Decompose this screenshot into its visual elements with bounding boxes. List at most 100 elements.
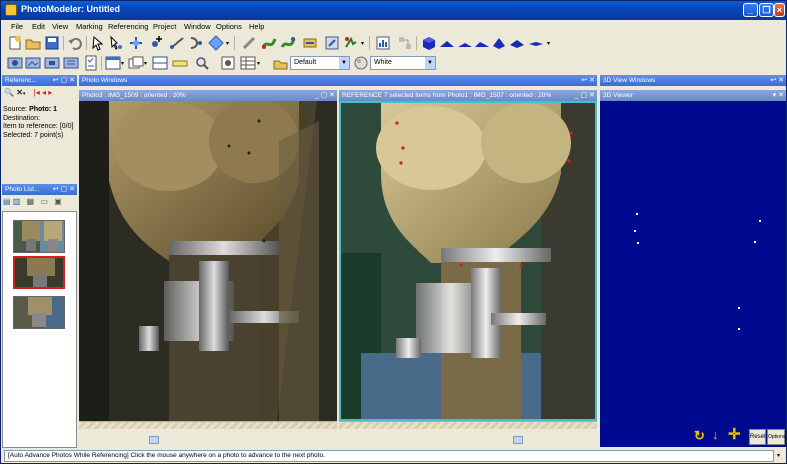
add-point-icon[interactable]	[148, 35, 164, 51]
save-project-icon[interactable]	[44, 35, 60, 51]
menu-help[interactable]: Help	[249, 22, 264, 31]
marking-mode-icon[interactable]	[108, 35, 124, 51]
pan-vertical-icon[interactable]: ↓	[712, 427, 719, 442]
detail-view-icon[interactable]: ▥	[13, 197, 21, 206]
color-wheel-icon[interactable]	[353, 55, 369, 71]
prism-icon[interactable]	[474, 35, 490, 51]
measure-icon[interactable]	[241, 35, 257, 51]
list-view-icon[interactable]: ▤	[3, 197, 11, 206]
next-item-icon[interactable]: ▸	[48, 88, 52, 97]
menu-file[interactable]: File	[11, 22, 23, 31]
reference-mode-icon[interactable]	[261, 35, 277, 51]
delete-reference-icon[interactable]: ✕	[16, 88, 23, 97]
3d-windows-buttons-icon[interactable]: ↩ ✕	[770, 75, 784, 86]
menu-marking[interactable]: Marking	[76, 22, 103, 31]
photo-view-4-icon[interactable]	[63, 55, 79, 71]
table-view-icon[interactable]	[397, 35, 413, 51]
window-layout-icon[interactable]	[105, 55, 121, 71]
prev-item-icon[interactable]: ◂	[42, 88, 46, 97]
shapes-dropdown-icon[interactable]: ▾	[547, 40, 550, 47]
pan-icon[interactable]: ✛	[728, 425, 741, 443]
new-project-icon[interactable]	[7, 35, 23, 51]
cascade-dropdown-icon[interactable]: ▾	[144, 60, 147, 67]
status-dropdown-icon[interactable]: ▾	[777, 452, 780, 459]
photo-thumbnail-1[interactable]	[13, 220, 65, 253]
quality-report-icon[interactable]	[375, 35, 391, 51]
plane-icon[interactable]	[528, 35, 544, 51]
table-dropdown-icon[interactable]: ▾	[257, 60, 260, 67]
left-scroll-thumb[interactable]	[149, 436, 159, 444]
style-select-dropdown-icon[interactable]: ▼	[339, 57, 349, 69]
line-mode-icon[interactable]	[169, 35, 185, 51]
cascade-windows-icon[interactable]	[128, 55, 144, 71]
photo-view-2-icon[interactable]	[25, 55, 41, 71]
right-photo-scrollbar[interactable]	[339, 421, 597, 429]
cone-icon[interactable]	[509, 35, 525, 51]
idealize-dropdown-icon[interactable]: ▾	[361, 40, 364, 47]
first-item-icon[interactable]: |◂	[34, 88, 40, 97]
auto-reference-icon[interactable]	[280, 35, 296, 51]
small-thumbs-icon[interactable]: ▭	[40, 197, 48, 206]
reference-tool-icon[interactable]: 🔍	[4, 88, 14, 97]
menu-options[interactable]: Options	[216, 22, 242, 31]
curve-mode-icon[interactable]	[188, 35, 204, 51]
cylinder-icon[interactable]	[457, 35, 473, 51]
menu-referencing[interactable]: Referencing	[108, 22, 148, 31]
left-photo-canvas[interactable]	[79, 101, 337, 421]
menu-window[interactable]: Window	[184, 22, 211, 31]
surface-mode-icon[interactable]	[208, 35, 224, 51]
3d-viewer-canvas[interactable]: ↻ ↓ ✛ Reset Options	[600, 101, 786, 447]
left-photo-scrollbar[interactable]	[79, 421, 337, 429]
photo-windows-buttons-icon[interactable]: ↩ ✕	[581, 75, 595, 86]
options-button[interactable]: Options	[767, 429, 785, 445]
point-mode-icon[interactable]	[128, 35, 144, 51]
scale-ruler-icon[interactable]	[172, 55, 188, 71]
menu-edit[interactable]: Edit	[32, 22, 45, 31]
orient-icon[interactable]	[324, 35, 340, 51]
app-icon	[5, 4, 17, 16]
process-icon[interactable]	[302, 35, 318, 51]
style-select[interactable]: Default ▼	[290, 56, 350, 70]
photo-thumbnail-3[interactable]	[13, 296, 65, 329]
window-title: PhotoModeler: Untitled	[21, 4, 120, 14]
minimize-button[interactable]: _	[743, 3, 758, 17]
checklist-icon[interactable]	[83, 55, 99, 71]
menu-project[interactable]: Project	[153, 22, 176, 31]
photo-view-3-icon[interactable]	[44, 55, 60, 71]
column-view-icon[interactable]: ▦	[27, 197, 35, 206]
cube-icon[interactable]	[421, 35, 437, 51]
large-thumbs-icon[interactable]: ▣	[54, 197, 62, 206]
window-layout-dropdown-icon[interactable]: ▾	[121, 60, 124, 67]
right-photo-buttons-icon[interactable]: _ ▢ ✕	[575, 90, 595, 101]
close-button[interactable]: ×	[774, 3, 785, 17]
rotate-icon[interactable]: ↻	[694, 428, 705, 444]
zoom-icon[interactable]	[194, 55, 210, 71]
photo-grid-icon[interactable]	[220, 55, 236, 71]
surface-dropdown-icon[interactable]: ▾	[226, 40, 229, 47]
menu-view[interactable]: View	[52, 22, 68, 31]
right-photo-canvas[interactable]	[339, 101, 597, 421]
pyramid-icon[interactable]	[491, 35, 507, 51]
table-grid-icon[interactable]	[240, 55, 256, 71]
left-photo-buttons-icon[interactable]: _ ▢ ✕	[315, 90, 335, 101]
idealize-icon[interactable]	[343, 35, 359, 51]
undo-icon[interactable]	[67, 35, 83, 51]
color-select[interactable]: White ▼	[370, 56, 436, 70]
maximize-button[interactable]: ❐	[759, 3, 774, 17]
selected-label: Selected: 7 point(s)	[3, 131, 64, 139]
photo-view-icon[interactable]	[7, 55, 23, 71]
3d-viewer-buttons-icon[interactable]: ▾ ✕	[773, 90, 784, 101]
wedge-icon[interactable]	[439, 35, 455, 51]
tile-windows-icon[interactable]	[152, 55, 168, 71]
select-arrow-icon[interactable]	[90, 35, 106, 51]
photo-thumbnail-2[interactable]	[13, 256, 65, 289]
delete-dropdown-icon[interactable]: ▾	[23, 91, 26, 97]
pane-buttons-icon[interactable]: ↩ ▢ ✕	[53, 75, 75, 86]
reset-button[interactable]: Reset	[749, 429, 766, 445]
photo-list-buttons-icon[interactable]: ↩ ▢ ✕	[53, 184, 75, 195]
reference-pane: 🔍 ✕▾ |◂ ◂ ▸ Source: Photo: 1 Destination…	[2, 86, 77, 182]
color-select-dropdown-icon[interactable]: ▼	[425, 57, 435, 69]
mark-style-icon[interactable]	[272, 55, 288, 71]
open-project-icon[interactable]	[25, 35, 41, 51]
right-scroll-thumb[interactable]	[513, 436, 523, 444]
